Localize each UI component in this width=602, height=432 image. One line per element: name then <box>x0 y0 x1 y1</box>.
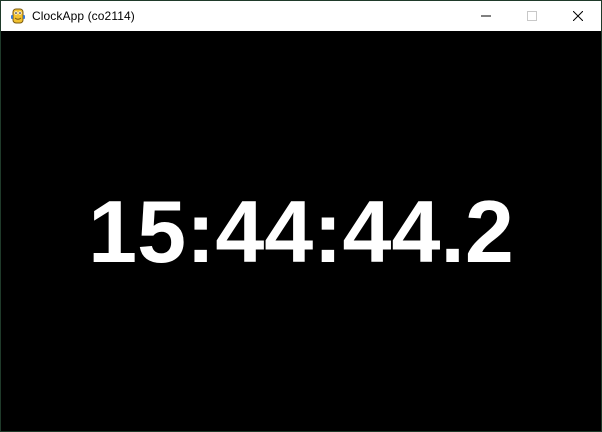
title-bar[interactable]: ClockApp (co2114) <box>1 1 601 31</box>
maximize-icon <box>527 11 537 21</box>
app-window: ClockApp (co2114) 15:44:44.2 <box>0 0 602 432</box>
window-controls <box>463 1 601 31</box>
clock-canvas: 15:44:44.2 <box>1 31 601 431</box>
maximize-button[interactable] <box>509 1 555 31</box>
window-title: ClockApp (co2114) <box>32 9 135 23</box>
clock-display: 15:44:44.2 <box>88 182 514 281</box>
close-icon <box>573 11 583 21</box>
minimize-button[interactable] <box>463 1 509 31</box>
close-button[interactable] <box>555 1 601 31</box>
minimize-icon <box>481 15 491 17</box>
python-snake-icon <box>11 8 25 24</box>
